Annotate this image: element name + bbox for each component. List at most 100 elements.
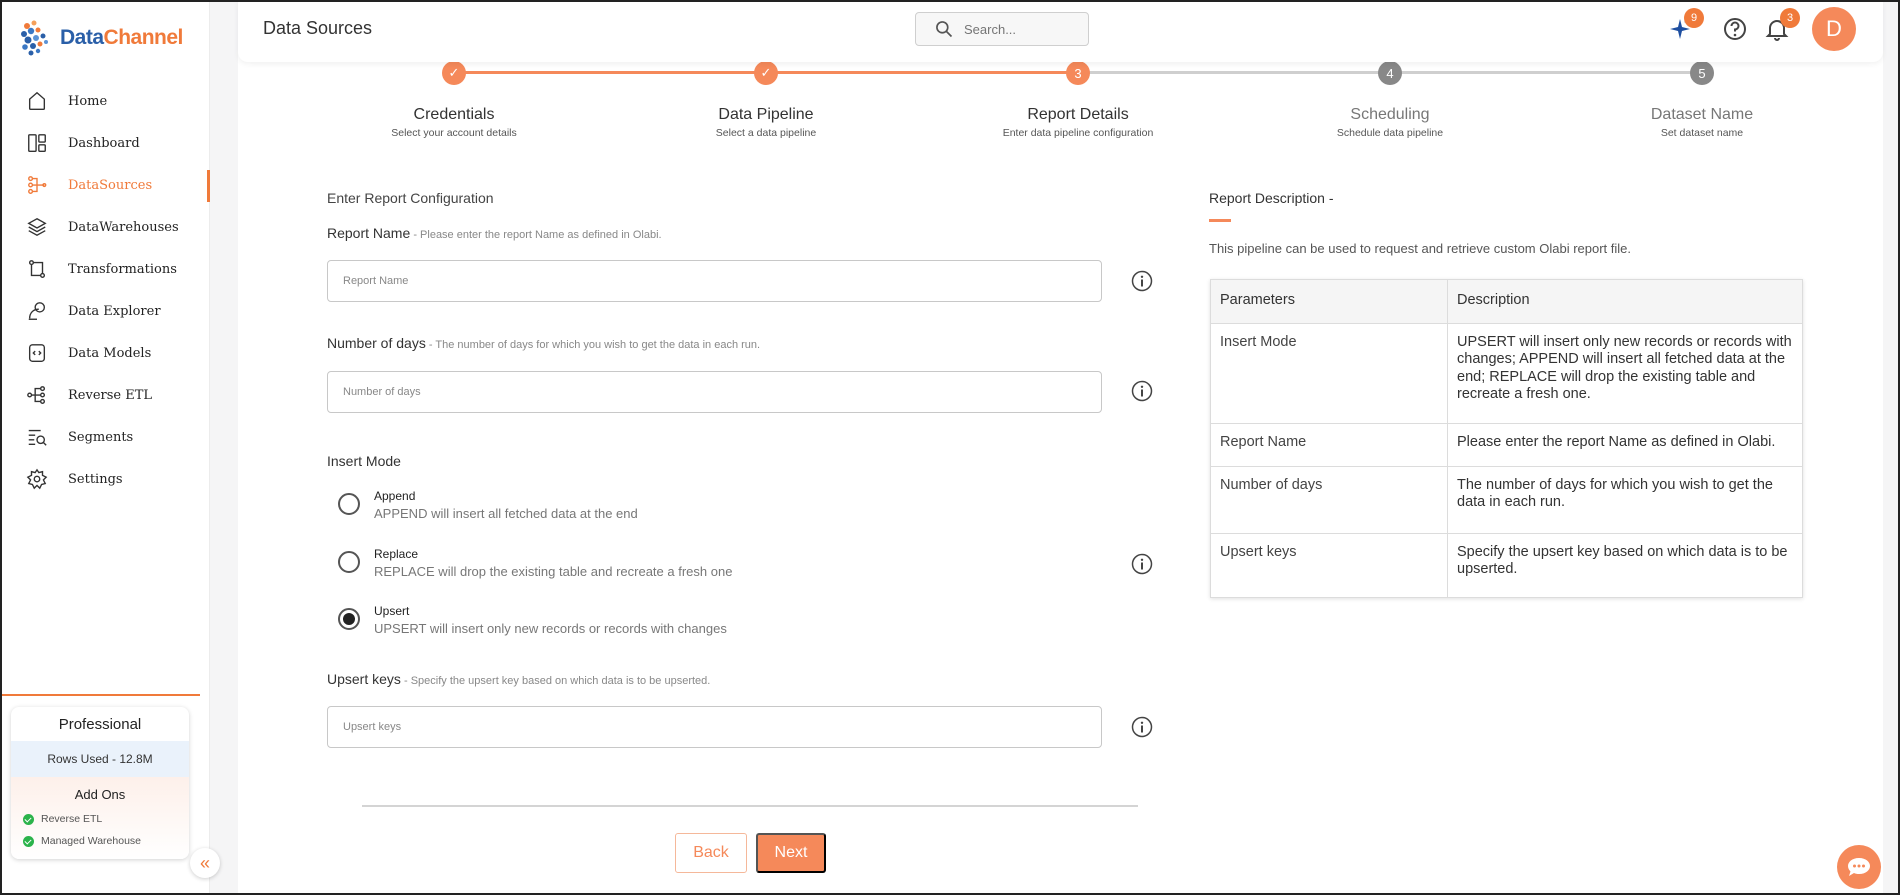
rows-used: Rows Used - 12.8M [11, 741, 189, 777]
step-3-number[interactable]: 3 [1066, 61, 1090, 85]
logo-icon [18, 18, 54, 58]
notifications-button[interactable]: 3 [1764, 8, 1800, 42]
sidebar-item-reverse-etl[interactable]: Reverse ETL [0, 374, 210, 416]
stepper-line [1392, 71, 1704, 74]
table-cell: Number of days [1210, 466, 1448, 534]
logo-text: DataChannel [60, 26, 183, 49]
collapse-sidebar-button[interactable]: « [190, 848, 220, 878]
double-chevron-left-icon: « [199, 852, 210, 873]
table-header-row: Parameters Description [1210, 279, 1803, 324]
chat-support-button[interactable] [1837, 845, 1881, 889]
page-title: Data Sources [263, 18, 373, 38]
sidebar-item-home[interactable]: Home [0, 80, 210, 122]
step-sub: Select your account details [391, 127, 517, 139]
table-cell: UPSERT will insert only new records or r… [1447, 323, 1803, 424]
insert-mode-label: Insert Mode [327, 453, 401, 469]
info-icon[interactable] [1131, 270, 1153, 292]
sidebar-item-data-explorer[interactable]: Data Explorer [0, 290, 210, 332]
plan-name: Professional [58, 715, 142, 733]
table-row: Upsert keys Specify the upsert key based… [1210, 533, 1803, 598]
addon-item: Managed Warehouse [11, 830, 189, 852]
sidebar-item-label: Transformations [68, 261, 177, 277]
check-circle-icon [23, 835, 34, 847]
radio-desc: REPLACE will drop the existing table and… [374, 564, 733, 579]
ai-sparkle-button[interactable]: 9 [1668, 8, 1704, 42]
table-row: Insert Mode UPSERT will insert only new … [1210, 323, 1803, 424]
table-header-cell: Parameters [1210, 279, 1448, 324]
help-icon [1724, 18, 1746, 40]
sidebar-item-label: Settings [68, 471, 123, 487]
upsert-keys-input[interactable] [327, 706, 1102, 748]
sidebar-item-dashboard[interactable]: Dashboard [0, 122, 210, 164]
table-header-cell: Description [1447, 279, 1803, 324]
stepper-line [1080, 71, 1392, 74]
step-sub: Select a data pipeline [715, 127, 817, 139]
sidebar-item-datasources[interactable]: DataSources [0, 164, 210, 206]
number-of-days-input[interactable] [327, 371, 1102, 413]
table-cell: Report Name [1210, 423, 1448, 467]
step-label: Report Details [1027, 106, 1129, 123]
step-2-check-icon[interactable]: ✓ [754, 61, 778, 85]
table-cell: Upsert keys [1210, 533, 1448, 598]
search-box[interactable] [915, 12, 1089, 46]
datasources-icon [28, 176, 47, 194]
sidebar-item-label: Dashboard [68, 135, 140, 151]
back-button[interactable]: Back [675, 833, 747, 873]
main-panel: ✓ ✓ 3 4 5 Credentials Select your accoun… [238, 50, 1883, 895]
data-models-icon [28, 344, 46, 362]
addon-item: Reverse ETL [11, 808, 189, 830]
radio-button[interactable] [338, 551, 360, 573]
sidebar-item-data-models[interactable]: Data Models [0, 332, 210, 374]
radio-desc: APPEND will insert all fetched data at t… [374, 506, 638, 521]
sidebar-item-label: Home [68, 93, 108, 109]
form-section-title: Enter Report Configuration [327, 190, 494, 206]
report-description-title: Report Description - [1209, 190, 1334, 206]
sidebar-item-segments[interactable]: Segments [0, 416, 210, 458]
search-input[interactable] [964, 21, 1074, 37]
radio-desc: UPSERT will insert only new records or r… [374, 621, 727, 636]
help-button[interactable] [1722, 16, 1748, 42]
table-row: Number of days The number of days for wh… [1210, 466, 1803, 534]
sidebar-item-settings[interactable]: Settings [0, 458, 210, 500]
table-cell: The number of days for which you wish to… [1447, 466, 1803, 534]
report-name-input[interactable] [327, 260, 1102, 302]
info-icon[interactable] [1131, 716, 1153, 738]
layers-icon [27, 217, 47, 237]
next-button[interactable]: Next [756, 833, 826, 873]
form-divider [362, 805, 1138, 807]
info-icon[interactable] [1131, 380, 1153, 402]
step-1-check-icon[interactable]: ✓ [442, 61, 466, 85]
radio-title: Replace [374, 547, 419, 561]
search-icon [936, 21, 953, 38]
radio-replace[interactable]: Replace REPLACE will drop the existing ta… [338, 547, 732, 579]
radio-title: Append [374, 489, 416, 503]
parameters-table: Parameters Description Insert Mode UPSER… [1210, 279, 1803, 598]
sidebar-item-transformations[interactable]: Transformations [0, 248, 210, 290]
info-icon[interactable] [1131, 553, 1153, 575]
sidebar-item-label: Reverse ETL [68, 387, 153, 403]
reverse-etl-icon [27, 386, 46, 404]
sidebar-item-datawarehouses[interactable]: DataWarehouses [0, 206, 210, 248]
radio-upsert[interactable]: Upsert UPSERT will insert only new record… [338, 604, 727, 636]
sidebar-item-label: Data Explorer [68, 303, 161, 319]
step-label: Credentials [413, 106, 495, 123]
step-label: Data Pipeline [718, 106, 814, 123]
stepper-line [456, 71, 768, 74]
sidebar-item-label: Data Models [68, 345, 152, 361]
step-label: Dataset Name [1650, 106, 1754, 123]
avatar[interactable]: D [1812, 7, 1856, 51]
stepper-line [768, 71, 1080, 74]
radio-append[interactable]: Append APPEND will insert all fetched dat… [338, 489, 638, 521]
logo[interactable]: DataChannel [18, 18, 183, 58]
step-sub: Schedule data pipeline [1336, 127, 1444, 139]
table-cell: Please enter the report Name as defined … [1447, 423, 1803, 467]
notification-badge: 3 [1780, 8, 1800, 28]
radio-button[interactable] [338, 493, 360, 515]
gear-icon [26, 468, 48, 490]
radio-title: Upsert [374, 604, 410, 618]
top-header: Data Sources 9 3 D [238, 0, 1883, 62]
sidebar-item-label: DataWarehouses [68, 219, 179, 235]
plan-divider [2, 694, 200, 696]
radio-button-selected[interactable] [338, 608, 360, 630]
step-sub: Set dataset name [1660, 127, 1744, 139]
